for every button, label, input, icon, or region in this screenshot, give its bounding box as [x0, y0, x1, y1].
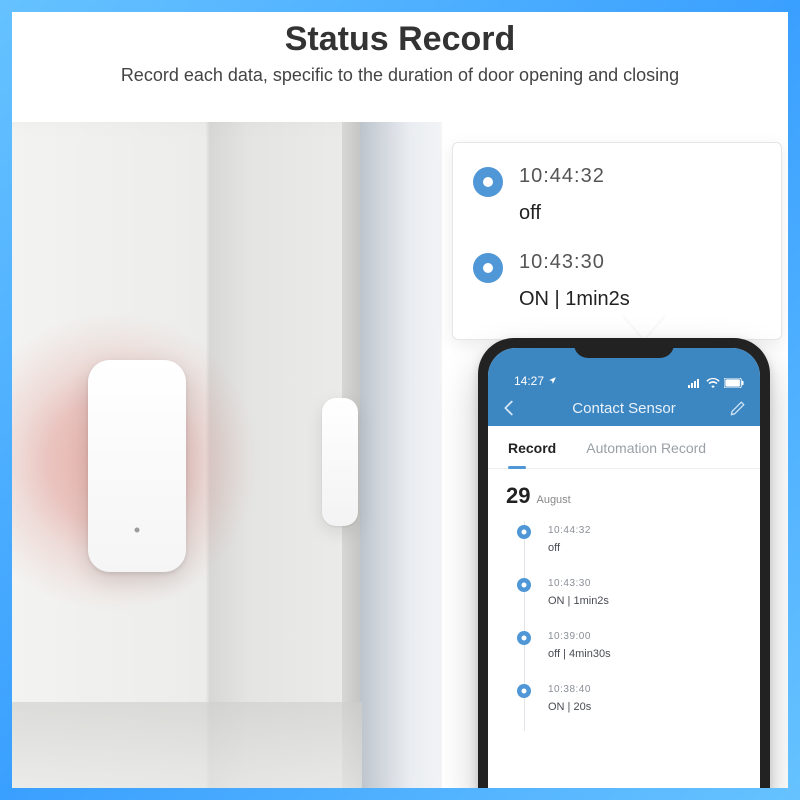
record-callout: 10:44:32 off 10:43:30 ON | 1min2s — [452, 142, 782, 340]
battery-icon — [724, 378, 744, 388]
timeline-dot-icon — [517, 578, 531, 592]
back-icon[interactable] — [498, 397, 520, 419]
location-icon — [548, 374, 557, 388]
callout-row: 10:43:30 ON | 1min2s — [473, 251, 761, 311]
callout-tail-icon — [622, 313, 666, 339]
timeline-status: ON | 1min2s — [548, 595, 760, 607]
date-day: 29 — [506, 483, 530, 509]
timeline-dot-icon — [517, 631, 531, 645]
statusbar-time: 14:27 — [514, 374, 544, 388]
phone-screen: 14:27 — [488, 348, 760, 788]
timeline-time: 10:38:40 — [548, 684, 760, 695]
callout-time: 10:44:32 — [519, 165, 761, 188]
phone-mockup: 14:27 — [478, 338, 770, 788]
timeline-row[interactable]: 10:44:32 off — [518, 519, 760, 572]
timeline-time: 10:44:32 — [548, 525, 760, 536]
page-subtitle: Record each data, specific to the durati… — [12, 65, 788, 86]
callout-status: off — [519, 202, 761, 225]
timeline-status: ON | 20s — [548, 701, 760, 713]
timeline-dot-icon — [517, 525, 531, 539]
timeline-row[interactable]: 10:39:00 off | 4min30s — [518, 625, 760, 678]
door-sensor-magnet — [322, 398, 358, 526]
room-scene — [12, 122, 442, 788]
timeline-dot-icon — [473, 167, 503, 197]
door-sensor-body — [88, 360, 186, 572]
timeline-time: 10:39:00 — [548, 631, 760, 642]
callout-row: 10:44:32 off — [473, 165, 761, 225]
wifi-icon — [706, 378, 720, 388]
date-month: August — [536, 494, 570, 506]
baseboard — [12, 702, 362, 788]
tabs: Record Automation Record — [488, 426, 760, 469]
timeline-dot-icon — [473, 253, 503, 283]
timeline-time: 10:43:30 — [548, 578, 760, 589]
timeline-dot-icon — [517, 684, 531, 698]
phone-notch — [574, 338, 674, 358]
navbar-title: Contact Sensor — [572, 400, 675, 417]
timeline-row[interactable]: 10:43:30 ON | 1min2s — [518, 572, 760, 625]
callout-status: ON | 1min2s — [519, 288, 761, 311]
sensor-led-icon — [135, 527, 140, 532]
page-title: Status Record — [12, 20, 788, 59]
door-opening — [360, 122, 442, 788]
callout-time: 10:43:30 — [519, 251, 761, 274]
record-timeline: 10:44:32 off 10:43:30 ON | 1min2s 10:39:… — [488, 515, 760, 731]
tab-automation-record[interactable]: Automation Record — [586, 440, 706, 468]
edit-icon[interactable] — [728, 398, 748, 418]
banner-inner: Status Record Record each data, specific… — [12, 12, 788, 788]
timeline-row[interactable]: 10:38:40 ON | 20s — [518, 678, 760, 731]
app-navbar: Contact Sensor — [488, 390, 760, 426]
cellular-signal-icon — [688, 378, 702, 388]
timeline-status: off | 4min30s — [548, 648, 760, 660]
tab-record[interactable]: Record — [508, 440, 556, 468]
date-header: 29 August — [488, 469, 760, 515]
product-banner: Status Record Record each data, specific… — [0, 0, 800, 800]
header: Status Record Record each data, specific… — [12, 12, 788, 86]
timeline-status: off — [548, 542, 760, 554]
